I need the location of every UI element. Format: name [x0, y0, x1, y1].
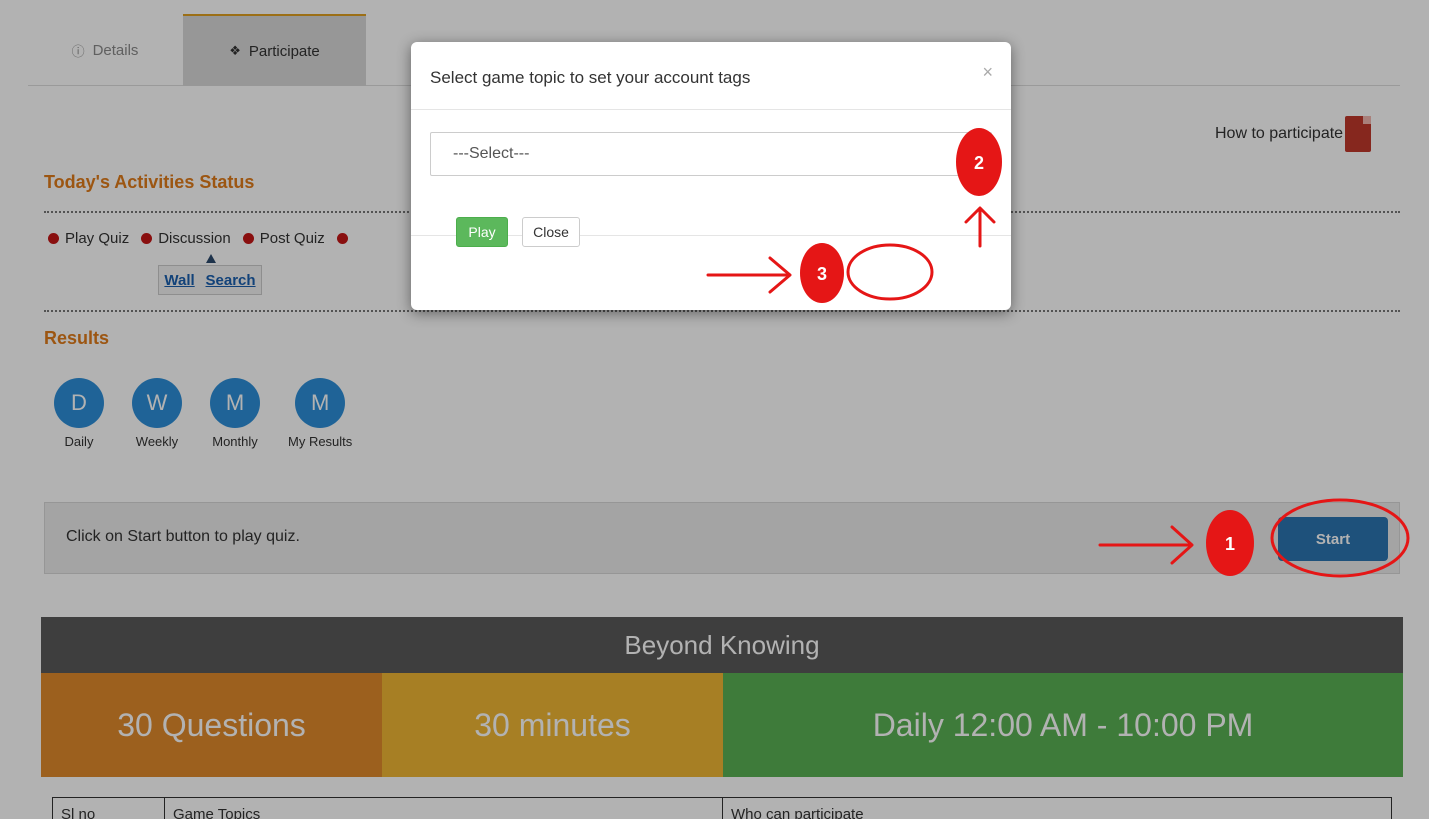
select-value: ---Select---: [453, 145, 530, 162]
select-topic-modal: Select game topic to set your account ta…: [411, 42, 1011, 310]
close-button[interactable]: Close: [522, 217, 580, 247]
chevron-down-icon: ∨: [973, 143, 982, 157]
game-topic-select[interactable]: ---Select--- ∨: [430, 132, 992, 176]
page: ⓘ Details ❖ Participate C How to partici…: [0, 0, 1429, 819]
modal-header: Select game topic to set your account ta…: [411, 42, 1011, 110]
close-icon[interactable]: ×: [982, 62, 993, 83]
play-button[interactable]: Play: [456, 217, 508, 247]
modal-title: Select game topic to set your account ta…: [430, 68, 751, 87]
